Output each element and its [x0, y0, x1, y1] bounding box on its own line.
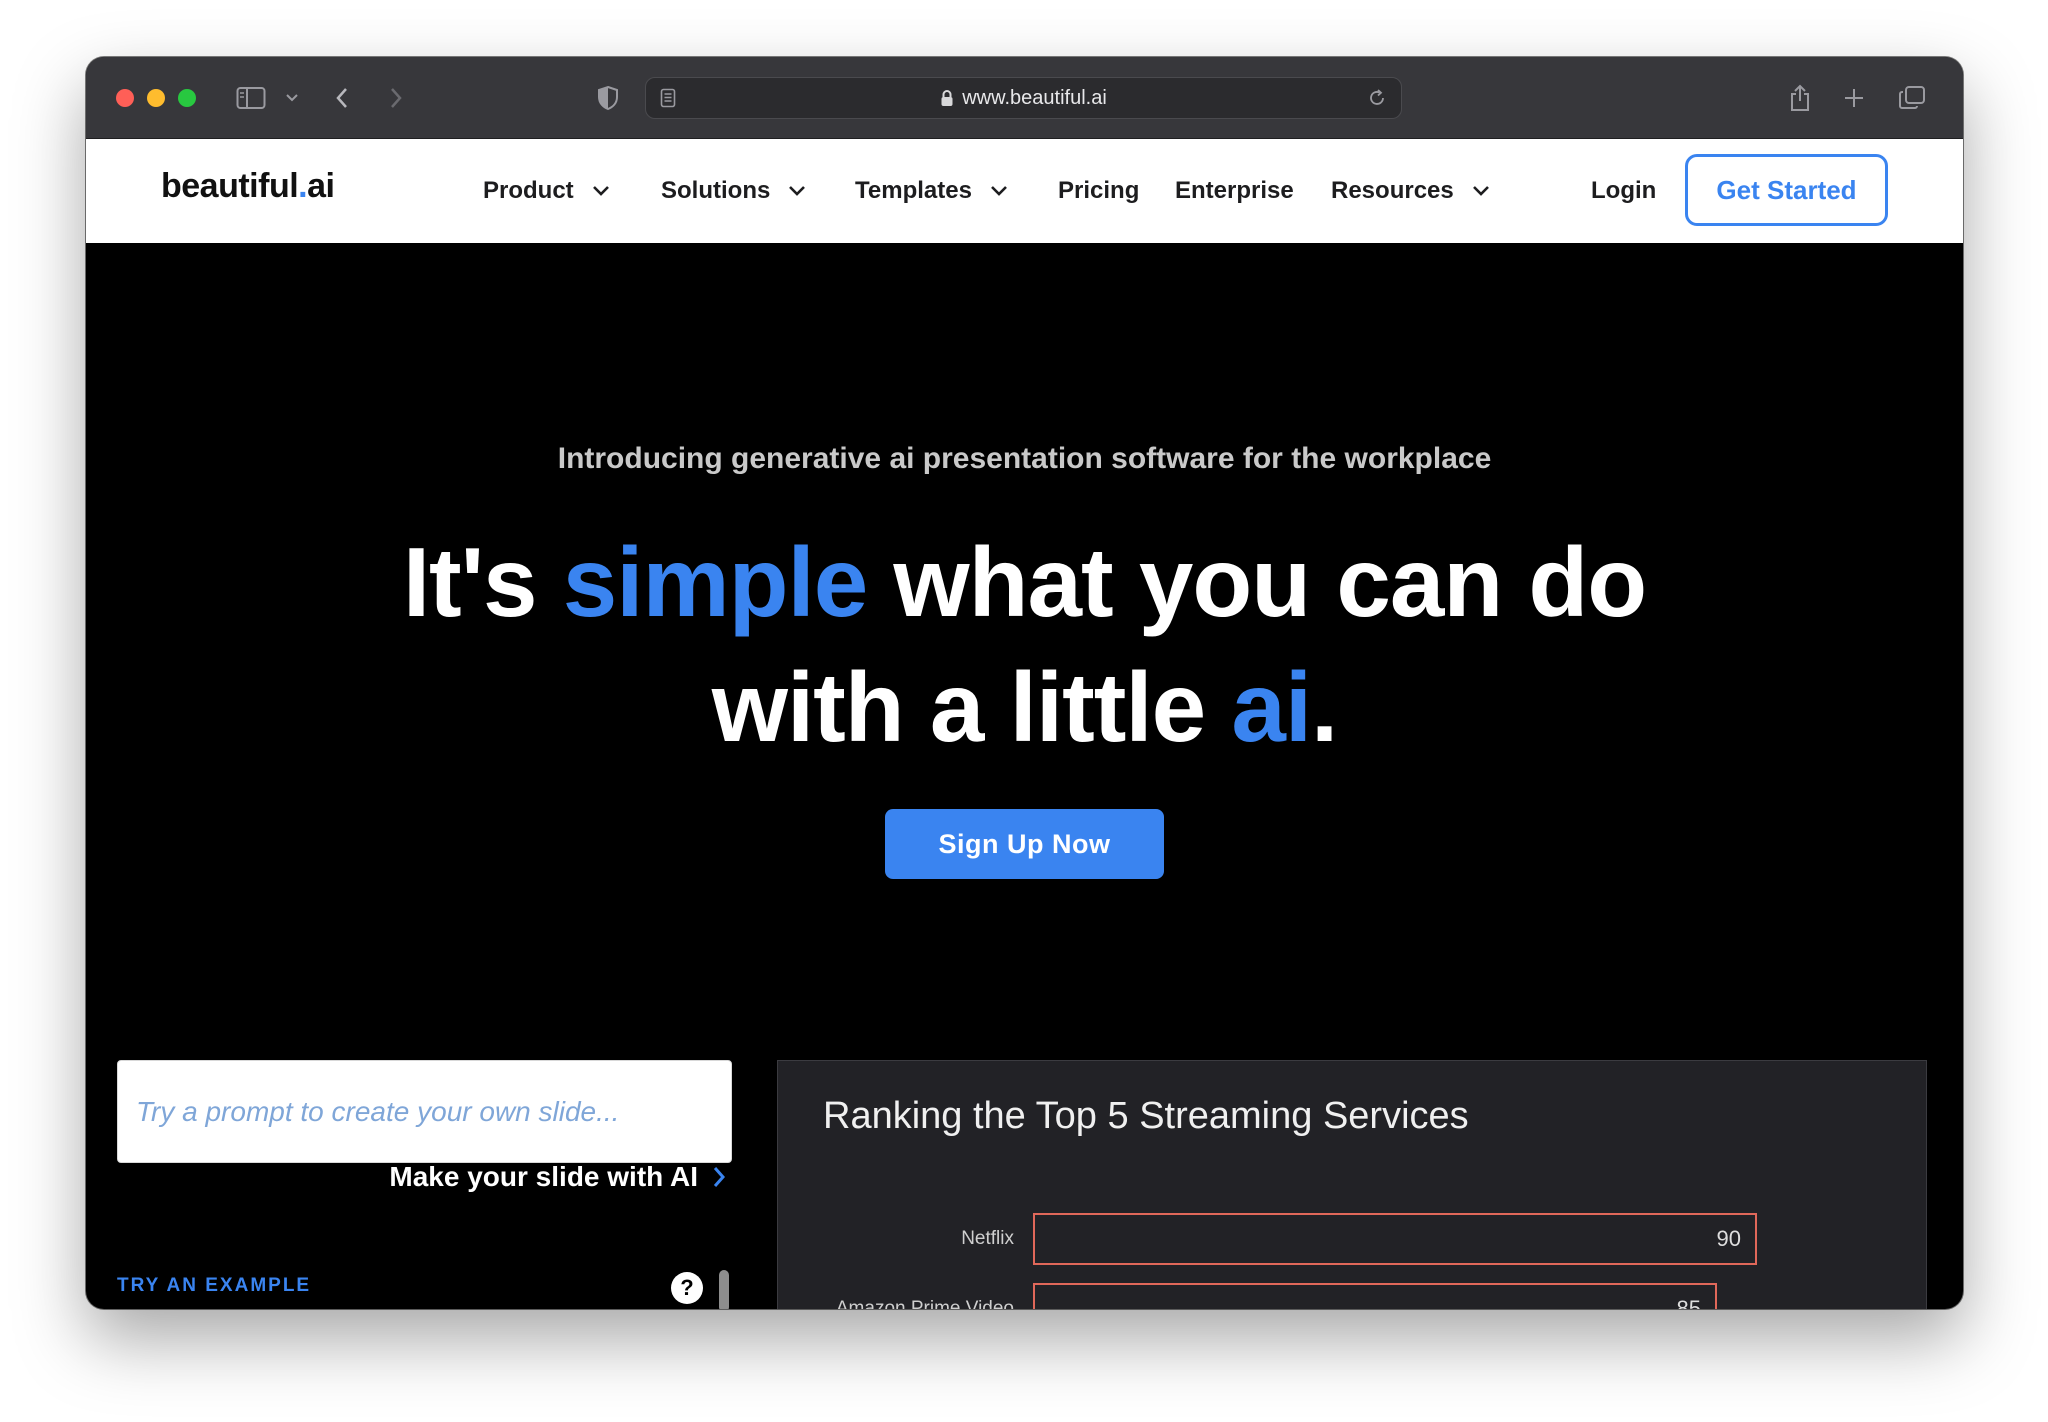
hero-headline: It's simple what you can do with a littl… — [86, 520, 1963, 770]
bar-label: Netflix — [961, 1228, 1014, 1249]
login-link[interactable]: Login — [1591, 173, 1656, 209]
prompt-input[interactable] — [118, 1061, 731, 1162]
browser-toolbar: www.beautiful.ai — [86, 57, 1963, 139]
bar-label: Amazon Prime Video — [835, 1298, 1014, 1309]
get-started-button[interactable]: Get Started — [1685, 154, 1888, 226]
nav-item-pricing[interactable]: Pricing — [1058, 173, 1139, 209]
reload-icon[interactable] — [1363, 79, 1391, 117]
bar: 85 — [1033, 1283, 1717, 1309]
sidebar-toggle-icon[interactable] — [234, 79, 268, 117]
chevron-down-icon — [592, 185, 610, 197]
browser-window: www.beautiful.ai beautiful.ai Product So… — [86, 57, 1963, 1309]
nav-item-product[interactable]: Product — [483, 173, 610, 209]
chevron-down-icon — [788, 185, 806, 197]
address-bar[interactable]: www.beautiful.ai — [645, 77, 1402, 119]
bar-value: 90 — [1716, 1226, 1741, 1251]
close-window-button[interactable] — [116, 89, 134, 107]
bar-row: Netflix 90 — [778, 1213, 1926, 1265]
prompt-box[interactable] — [117, 1060, 732, 1163]
chevron-down-icon — [990, 185, 1008, 197]
lock-icon — [940, 89, 954, 107]
hero-headline-line-1: It's simple what you can do — [402, 527, 1647, 637]
forward-icon[interactable] — [384, 79, 408, 117]
url-text: www.beautiful.ai — [962, 86, 1107, 109]
make-slide-button[interactable]: Make your slide with AI — [356, 1154, 726, 1200]
site-header: beautiful.ai Product Solutions Templates… — [86, 139, 1963, 243]
tab-overview-icon[interactable] — [1896, 79, 1928, 117]
slide-title: Ranking the Top 5 Streaming Services — [823, 1095, 1469, 1137]
bar-row: Amazon Prime Video 85 — [778, 1283, 1926, 1309]
hero-headline-line-2: with a little ai. — [711, 652, 1339, 762]
zoom-window-button[interactable] — [178, 89, 196, 107]
bar: 90 — [1033, 1213, 1757, 1265]
chevron-down-icon — [1472, 185, 1490, 197]
try-an-example-label: TRY AN EXAMPLE — [117, 1275, 312, 1296]
scroll-handle[interactable] — [719, 1270, 729, 1309]
minimize-window-button[interactable] — [147, 89, 165, 107]
new-tab-icon[interactable] — [1840, 79, 1868, 117]
url-display[interactable]: www.beautiful.ai — [646, 78, 1401, 118]
hero-subtitle: Introducing generative ai presentation s… — [557, 442, 1492, 475]
beautiful-ai-logo[interactable]: beautiful.ai — [161, 167, 335, 206]
privacy-shield-icon[interactable] — [594, 79, 622, 117]
nav-item-templates[interactable]: Templates — [855, 173, 1008, 209]
chevron-right-icon — [712, 1165, 726, 1189]
sign-up-now-button[interactable]: Sign Up Now — [885, 809, 1164, 879]
nav-item-resources[interactable]: Resources — [1331, 173, 1490, 209]
bar-value: 85 — [1676, 1296, 1701, 1309]
share-icon[interactable] — [1786, 79, 1814, 117]
nav-item-enterprise[interactable]: Enterprise — [1175, 173, 1294, 209]
chevron-down-icon[interactable] — [282, 79, 302, 117]
back-icon[interactable] — [330, 79, 354, 117]
help-icon[interactable]: ? — [671, 1272, 703, 1304]
nav-item-solutions[interactable]: Solutions — [661, 173, 806, 209]
slide-preview: Ranking the Top 5 Streaming Services Net… — [777, 1060, 1927, 1309]
